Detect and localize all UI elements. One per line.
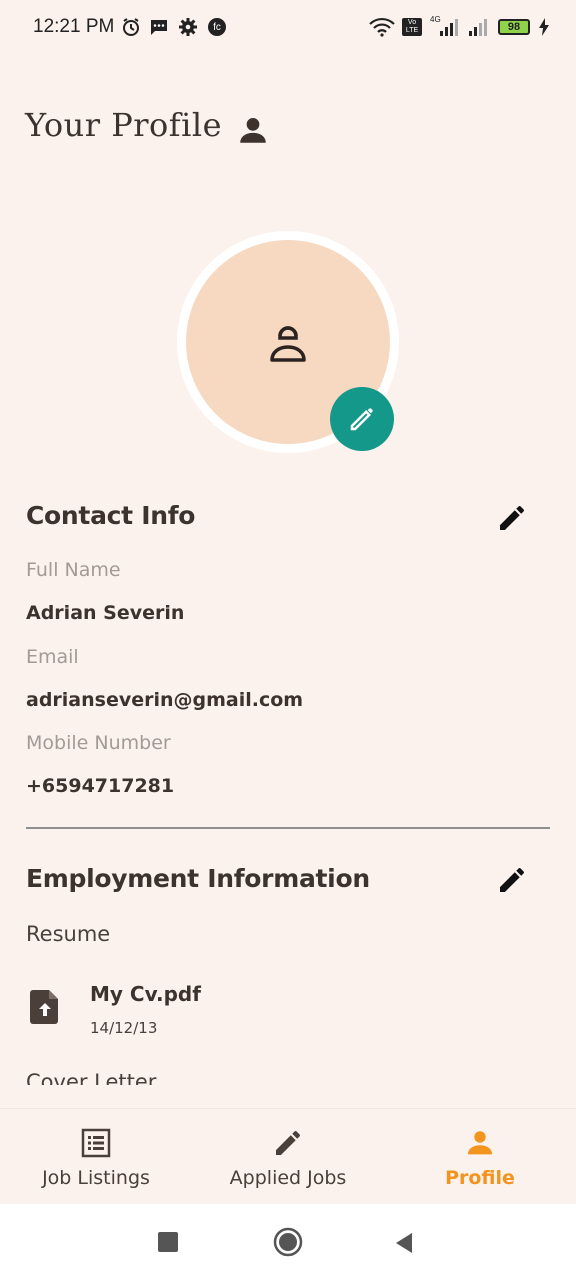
email-label: Email [26,646,79,668]
cover-letter-row: Cover Letter [0,1060,576,1085]
settings-icon [177,16,199,38]
email-value: adrianseverin@gmail.com [26,689,304,711]
fc-label: fc [213,21,221,33]
nav-label-applied-jobs: Applied Jobs [229,1167,347,1189]
message-icon [148,16,170,38]
bottom-nav: Job Listings Applied Jobs Profile [0,1108,576,1205]
nav-label-job-listings: Job Listings [42,1167,150,1189]
network-label: 4G [430,15,441,24]
fc-icon: fc [206,16,228,38]
contact-info-title: Contact Info [26,501,196,530]
resume-file-name[interactable]: My Cv.pdf [90,982,201,1006]
signal-icon-2 [466,16,492,38]
page-title: Your Profile [25,106,222,144]
nav-label-profile: Profile [445,1167,515,1189]
person-icon [236,113,270,147]
charging-icon [536,16,552,38]
list-icon [79,1126,113,1160]
system-nav-bar [0,1204,576,1280]
cover-letter-label: Cover Letter [26,1070,157,1085]
resume-file-date: 14/12/13 [90,1019,158,1037]
pencil-icon [347,404,377,434]
home-button[interactable] [273,1227,303,1257]
nav-item-applied-jobs[interactable]: Applied Jobs [192,1109,384,1205]
person-icon [463,1126,497,1160]
battery-indicator: 98 [498,19,530,35]
nav-item-profile[interactable]: Profile [384,1109,576,1205]
alarm-icon [120,16,142,38]
employment-edit-button[interactable] [494,862,530,898]
mobile-number-label: Mobile Number [26,732,171,754]
volte-icon: Vo LTE [402,16,422,38]
page-title-text: Your Profile [25,106,223,144]
pencil-icon [271,1126,305,1160]
pencil-icon [496,502,528,534]
mobile-number-value: +6594717281 [26,775,175,797]
file-upload-icon[interactable] [30,990,60,1024]
contact-edit-button[interactable] [494,500,530,536]
signal-icon: 4G [428,15,462,38]
recents-button[interactable] [158,1232,178,1252]
section-divider [26,827,550,829]
person-outline-icon [264,318,312,366]
status-time: 12:21 PM [33,16,115,37]
status-bar: 12:21 PM fc Vo LTE 4G 98 [0,0,576,56]
full-name-label: Full Name [26,559,121,581]
volte-label: Vo LTE [402,18,422,36]
back-button[interactable] [394,1232,414,1254]
pencil-icon [496,864,528,896]
wifi-icon [369,16,395,38]
resume-label: Resume [26,922,111,946]
full-name-value: Adrian Severin [26,602,185,624]
employment-info-title: Employment Information [26,864,370,893]
nav-item-job-listings[interactable]: Job Listings [0,1109,192,1205]
avatar-edit-button[interactable] [330,387,394,451]
